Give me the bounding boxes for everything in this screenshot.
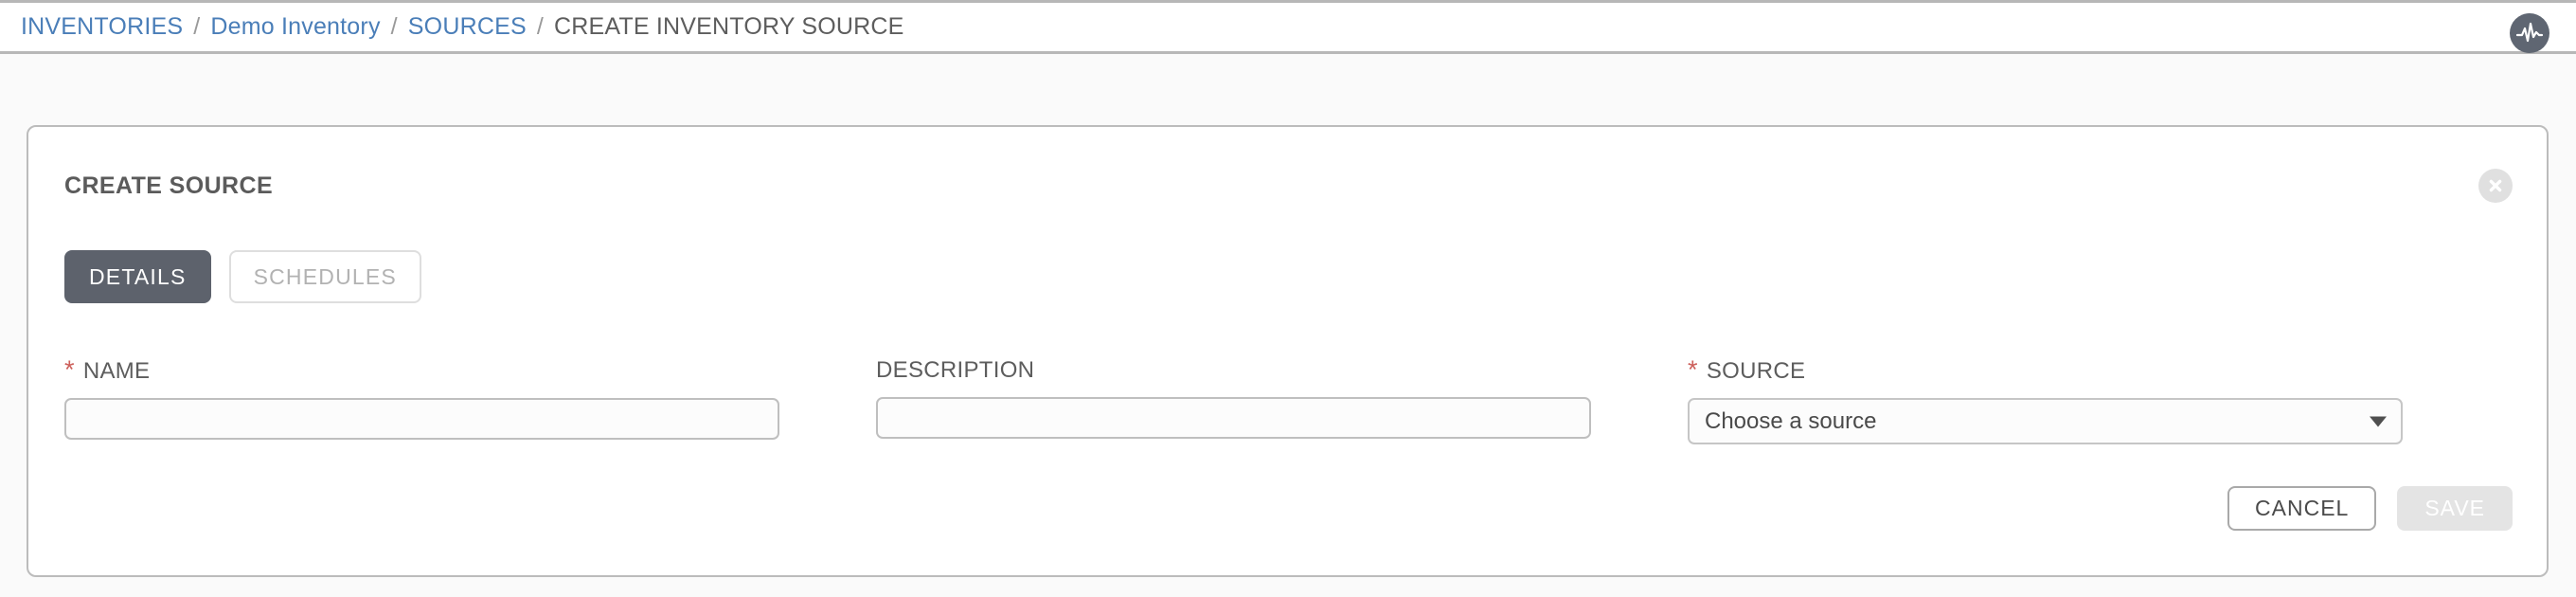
page-title: CREATE SOURCE: [64, 172, 274, 199]
breadcrumb-item-inventories[interactable]: INVENTORIES: [21, 13, 183, 41]
create-source-card: CREATE SOURCE DETAILS SCHEDULES * NAME D…: [27, 125, 2549, 577]
breadcrumb-separator: /: [536, 13, 544, 40]
close-circle-icon[interactable]: [2478, 169, 2513, 203]
source-select-wrapper: Choose a source: [1688, 398, 2403, 444]
tab-details[interactable]: DETAILS: [64, 250, 211, 303]
source-label-text: SOURCE: [1706, 358, 1806, 384]
pulse-logo-icon[interactable]: [2510, 13, 2549, 53]
form-row: * NAME DESCRIPTION * SOURCE Choose a sou…: [64, 357, 2442, 444]
breadcrumb-separator: /: [390, 13, 398, 40]
header-bar: INVENTORIES / Demo Inventory / SOURCES /…: [0, 0, 2576, 54]
breadcrumb-item-current: CREATE INVENTORY SOURCE: [554, 13, 904, 40]
save-button[interactable]: SAVE: [2397, 486, 2513, 531]
action-bar: CANCEL SAVE: [2227, 486, 2513, 531]
field-name: * NAME: [64, 357, 779, 444]
breadcrumb: INVENTORIES / Demo Inventory / SOURCES /…: [21, 13, 904, 41]
required-asterisk: *: [1688, 355, 1698, 384]
tab-schedules[interactable]: SCHEDULES: [228, 250, 421, 303]
name-label-text: NAME: [82, 358, 151, 384]
cancel-button[interactable]: CANCEL: [2227, 486, 2377, 531]
breadcrumb-item-sources[interactable]: SOURCES: [408, 13, 527, 41]
required-asterisk: *: [64, 355, 75, 384]
breadcrumb-separator: /: [193, 13, 201, 40]
tab-bar: DETAILS SCHEDULES: [64, 250, 421, 303]
name-input[interactable]: [64, 398, 779, 440]
name-label: * NAME: [64, 357, 779, 385]
field-description: DESCRIPTION: [876, 357, 1591, 444]
source-select[interactable]: Choose a source: [1688, 398, 2403, 444]
source-label: * SOURCE: [1688, 357, 2403, 385]
description-label-text: DESCRIPTION: [876, 357, 1035, 383]
description-input[interactable]: [876, 397, 1591, 439]
field-source: * SOURCE Choose a source: [1688, 357, 2403, 444]
description-label: DESCRIPTION: [876, 357, 1591, 384]
breadcrumb-item-demo-inventory[interactable]: Demo Inventory: [210, 13, 380, 41]
